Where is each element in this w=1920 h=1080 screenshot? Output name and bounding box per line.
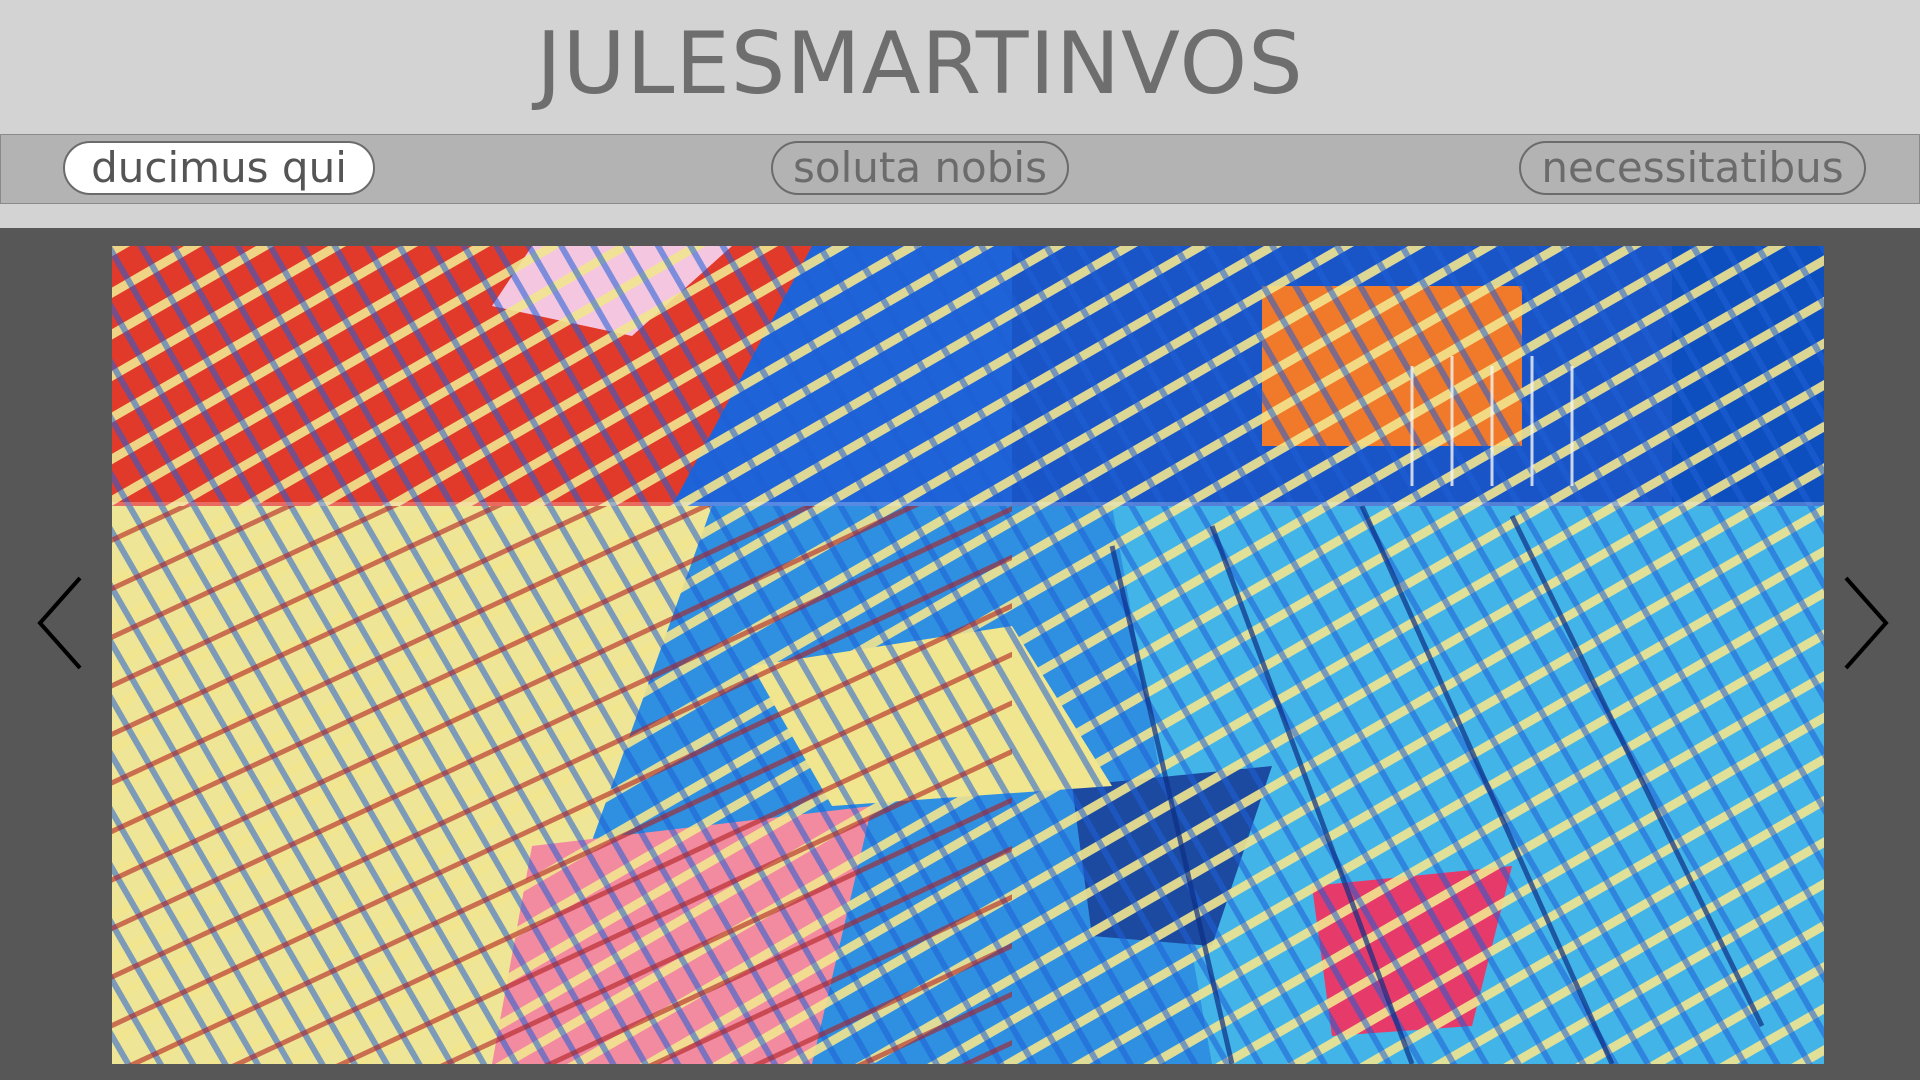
- slideshow: [0, 228, 1920, 1080]
- site-title: JULESMARTINVOS: [536, 14, 1304, 114]
- main-nav: ducimus qui soluta nobis necessitatibus: [0, 134, 1920, 204]
- slide-artwork: [112, 246, 1824, 1064]
- prev-slide-button[interactable]: [32, 568, 92, 678]
- nav-item-ducimus-qui[interactable]: ducimus qui: [63, 141, 375, 195]
- nav-item-necessitatibus[interactable]: necessitatibus: [1519, 141, 1866, 195]
- header-spacer: [0, 204, 1920, 228]
- chevron-right-icon: [1844, 576, 1889, 670]
- abstract-artwork-image: [112, 246, 1824, 1064]
- next-slide-button[interactable]: [1834, 568, 1894, 678]
- site-header: JULESMARTINVOS: [0, 0, 1920, 134]
- nav-item-soluta-nobis[interactable]: soluta nobis: [771, 141, 1069, 195]
- chevron-left-icon: [37, 576, 82, 670]
